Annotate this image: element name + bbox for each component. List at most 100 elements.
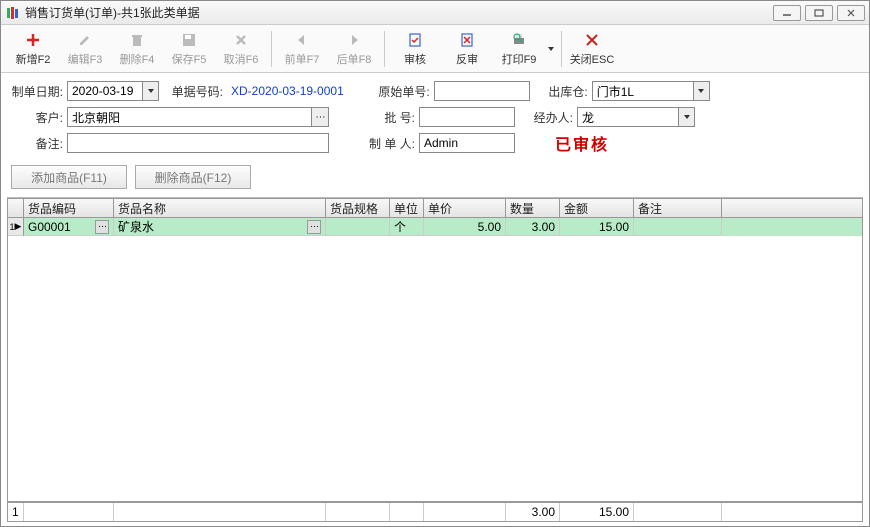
- window-title: 销售订货单(订单)-共1张此类单据: [25, 4, 773, 21]
- chevron-down-icon: [693, 82, 709, 100]
- col-remark[interactable]: 备注: [634, 199, 722, 217]
- date-label: 制单日期:: [11, 83, 67, 100]
- close-label: 关闭ESC: [570, 51, 615, 67]
- footer-amount: 15.00: [560, 503, 634, 521]
- delete-item-button[interactable]: 删除商品(F12): [135, 165, 251, 189]
- separator: [561, 31, 562, 67]
- grid-body[interactable]: 1▶ G00001⋯ 矿泉水⋯ 个 5.00 3.00 15.00: [7, 218, 863, 502]
- batch-input[interactable]: [419, 107, 515, 127]
- audit-icon: [406, 31, 424, 49]
- edit-label: 编辑F3: [68, 51, 103, 67]
- cell-remark[interactable]: [634, 218, 722, 236]
- cell-code[interactable]: G00001⋯: [24, 218, 114, 236]
- next-button[interactable]: 后单F8: [328, 27, 380, 71]
- col-amount[interactable]: 金额: [560, 199, 634, 217]
- cell-price[interactable]: 5.00: [424, 218, 506, 236]
- cell-name[interactable]: 矿泉水⋯: [114, 218, 326, 236]
- delete-button[interactable]: 删除F4: [111, 27, 163, 71]
- col-unit[interactable]: 单位: [390, 199, 424, 217]
- unaudit-icon: [458, 31, 476, 49]
- audit-button[interactable]: 审核: [389, 27, 441, 71]
- chevron-down-icon: [678, 108, 694, 126]
- row-indicator-header: [8, 199, 24, 217]
- origdoc-label: 原始单号:: [374, 83, 434, 100]
- form-area: 制单日期: 2020-03-19 单据号码: XD-2020-03-19-000…: [1, 73, 869, 161]
- remark-label: 备注:: [11, 135, 67, 152]
- new-button[interactable]: 新增F2: [7, 27, 59, 71]
- col-price[interactable]: 单价: [424, 199, 506, 217]
- remark-input[interactable]: [67, 133, 329, 153]
- save-label: 保存F5: [172, 51, 207, 67]
- delete-label: 删除F4: [120, 51, 155, 67]
- prev-label: 前单F7: [285, 51, 320, 67]
- plus-icon: [24, 31, 42, 49]
- edit-icon: [76, 31, 94, 49]
- cancel-label: 取消F6: [224, 51, 259, 67]
- handler-label: 经办人:: [527, 109, 577, 126]
- warehouse-label: 出库仓:: [542, 83, 592, 100]
- footer-qty: 3.00: [506, 503, 560, 521]
- unaudit-button[interactable]: 反审: [441, 27, 493, 71]
- save-icon: [180, 31, 198, 49]
- customer-lookup-button[interactable]: ⋯: [311, 107, 329, 127]
- cancel-icon: [232, 31, 250, 49]
- save-button[interactable]: 保存F5: [163, 27, 215, 71]
- maker-label: 制 单 人:: [359, 135, 419, 152]
- print-icon: [510, 31, 528, 49]
- window-buttons: [773, 5, 865, 21]
- warehouse-value: 门市1L: [593, 83, 693, 100]
- col-spec[interactable]: 货品规格: [326, 199, 390, 217]
- print-dropdown[interactable]: [545, 45, 557, 53]
- col-qty[interactable]: 数量: [506, 199, 560, 217]
- add-item-button[interactable]: 添加商品(F11): [11, 165, 127, 189]
- footer-idx: 1: [8, 503, 24, 521]
- cell-amount[interactable]: 15.00: [560, 218, 634, 236]
- arrow-left-icon: [293, 31, 311, 49]
- handler-value: 龙: [578, 109, 678, 126]
- docnum-label: 单据号码:: [165, 83, 227, 100]
- col-name[interactable]: 货品名称: [114, 199, 326, 217]
- grid-footer: 1 3.00 15.00: [7, 502, 863, 522]
- toolbar: 新增F2 编辑F3 删除F4 保存F5 取消F6 前单F7 后单F8: [1, 25, 869, 73]
- date-picker[interactable]: 2020-03-19: [67, 81, 159, 101]
- grid-header: 货品编码 货品名称 货品规格 单位 单价 数量 金额 备注: [7, 198, 863, 218]
- maximize-button[interactable]: [805, 5, 833, 21]
- app-window: 销售订货单(订单)-共1张此类单据 新增F2 编辑F3 删除F4 保存F5 取消…: [0, 0, 870, 527]
- separator: [271, 31, 272, 67]
- unaudit-label: 反审: [456, 51, 478, 67]
- prev-button[interactable]: 前单F7: [276, 27, 328, 71]
- name-lookup-button[interactable]: ⋯: [307, 220, 321, 234]
- close-app-button[interactable]: 关闭ESC: [566, 27, 618, 71]
- batch-label: 批 号:: [359, 109, 419, 126]
- cancel-button[interactable]: 取消F6: [215, 27, 267, 71]
- print-button[interactable]: 打印F9: [493, 27, 545, 71]
- chevron-down-icon: [142, 82, 158, 100]
- handler-combo[interactable]: 龙: [577, 107, 695, 127]
- code-lookup-button[interactable]: ⋯: [95, 220, 109, 234]
- titlebar: 销售订货单(订单)-共1张此类单据: [1, 1, 869, 25]
- row-indicator: 1▶: [8, 218, 24, 236]
- next-label: 后单F8: [337, 51, 372, 67]
- cell-unit[interactable]: 个: [390, 218, 424, 236]
- grid-button-row: 添加商品(F11) 删除商品(F12): [1, 161, 869, 197]
- grid: 货品编码 货品名称 货品规格 单位 单价 数量 金额 备注 1▶ G00001⋯…: [7, 197, 863, 522]
- delete-icon: [128, 31, 146, 49]
- origdoc-input[interactable]: [434, 81, 530, 101]
- minimize-button[interactable]: [773, 5, 801, 21]
- maker-input[interactable]: [419, 133, 515, 153]
- edit-button[interactable]: 编辑F3: [59, 27, 111, 71]
- warehouse-combo[interactable]: 门市1L: [592, 81, 710, 101]
- arrow-right-icon: [345, 31, 363, 49]
- print-label: 打印F9: [502, 51, 537, 67]
- close-icon: [583, 31, 601, 49]
- table-row[interactable]: 1▶ G00001⋯ 矿泉水⋯ 个 5.00 3.00 15.00: [8, 218, 862, 236]
- docnum-value: XD-2020-03-19-0001: [231, 84, 344, 98]
- date-value: 2020-03-19: [68, 84, 142, 98]
- customer-label: 客户:: [11, 109, 67, 126]
- customer-input[interactable]: [67, 107, 311, 127]
- cell-spec[interactable]: [326, 218, 390, 236]
- close-button[interactable]: [837, 5, 865, 21]
- col-code[interactable]: 货品编码: [24, 199, 114, 217]
- status-stamp: 已审核: [555, 131, 609, 155]
- cell-qty[interactable]: 3.00: [506, 218, 560, 236]
